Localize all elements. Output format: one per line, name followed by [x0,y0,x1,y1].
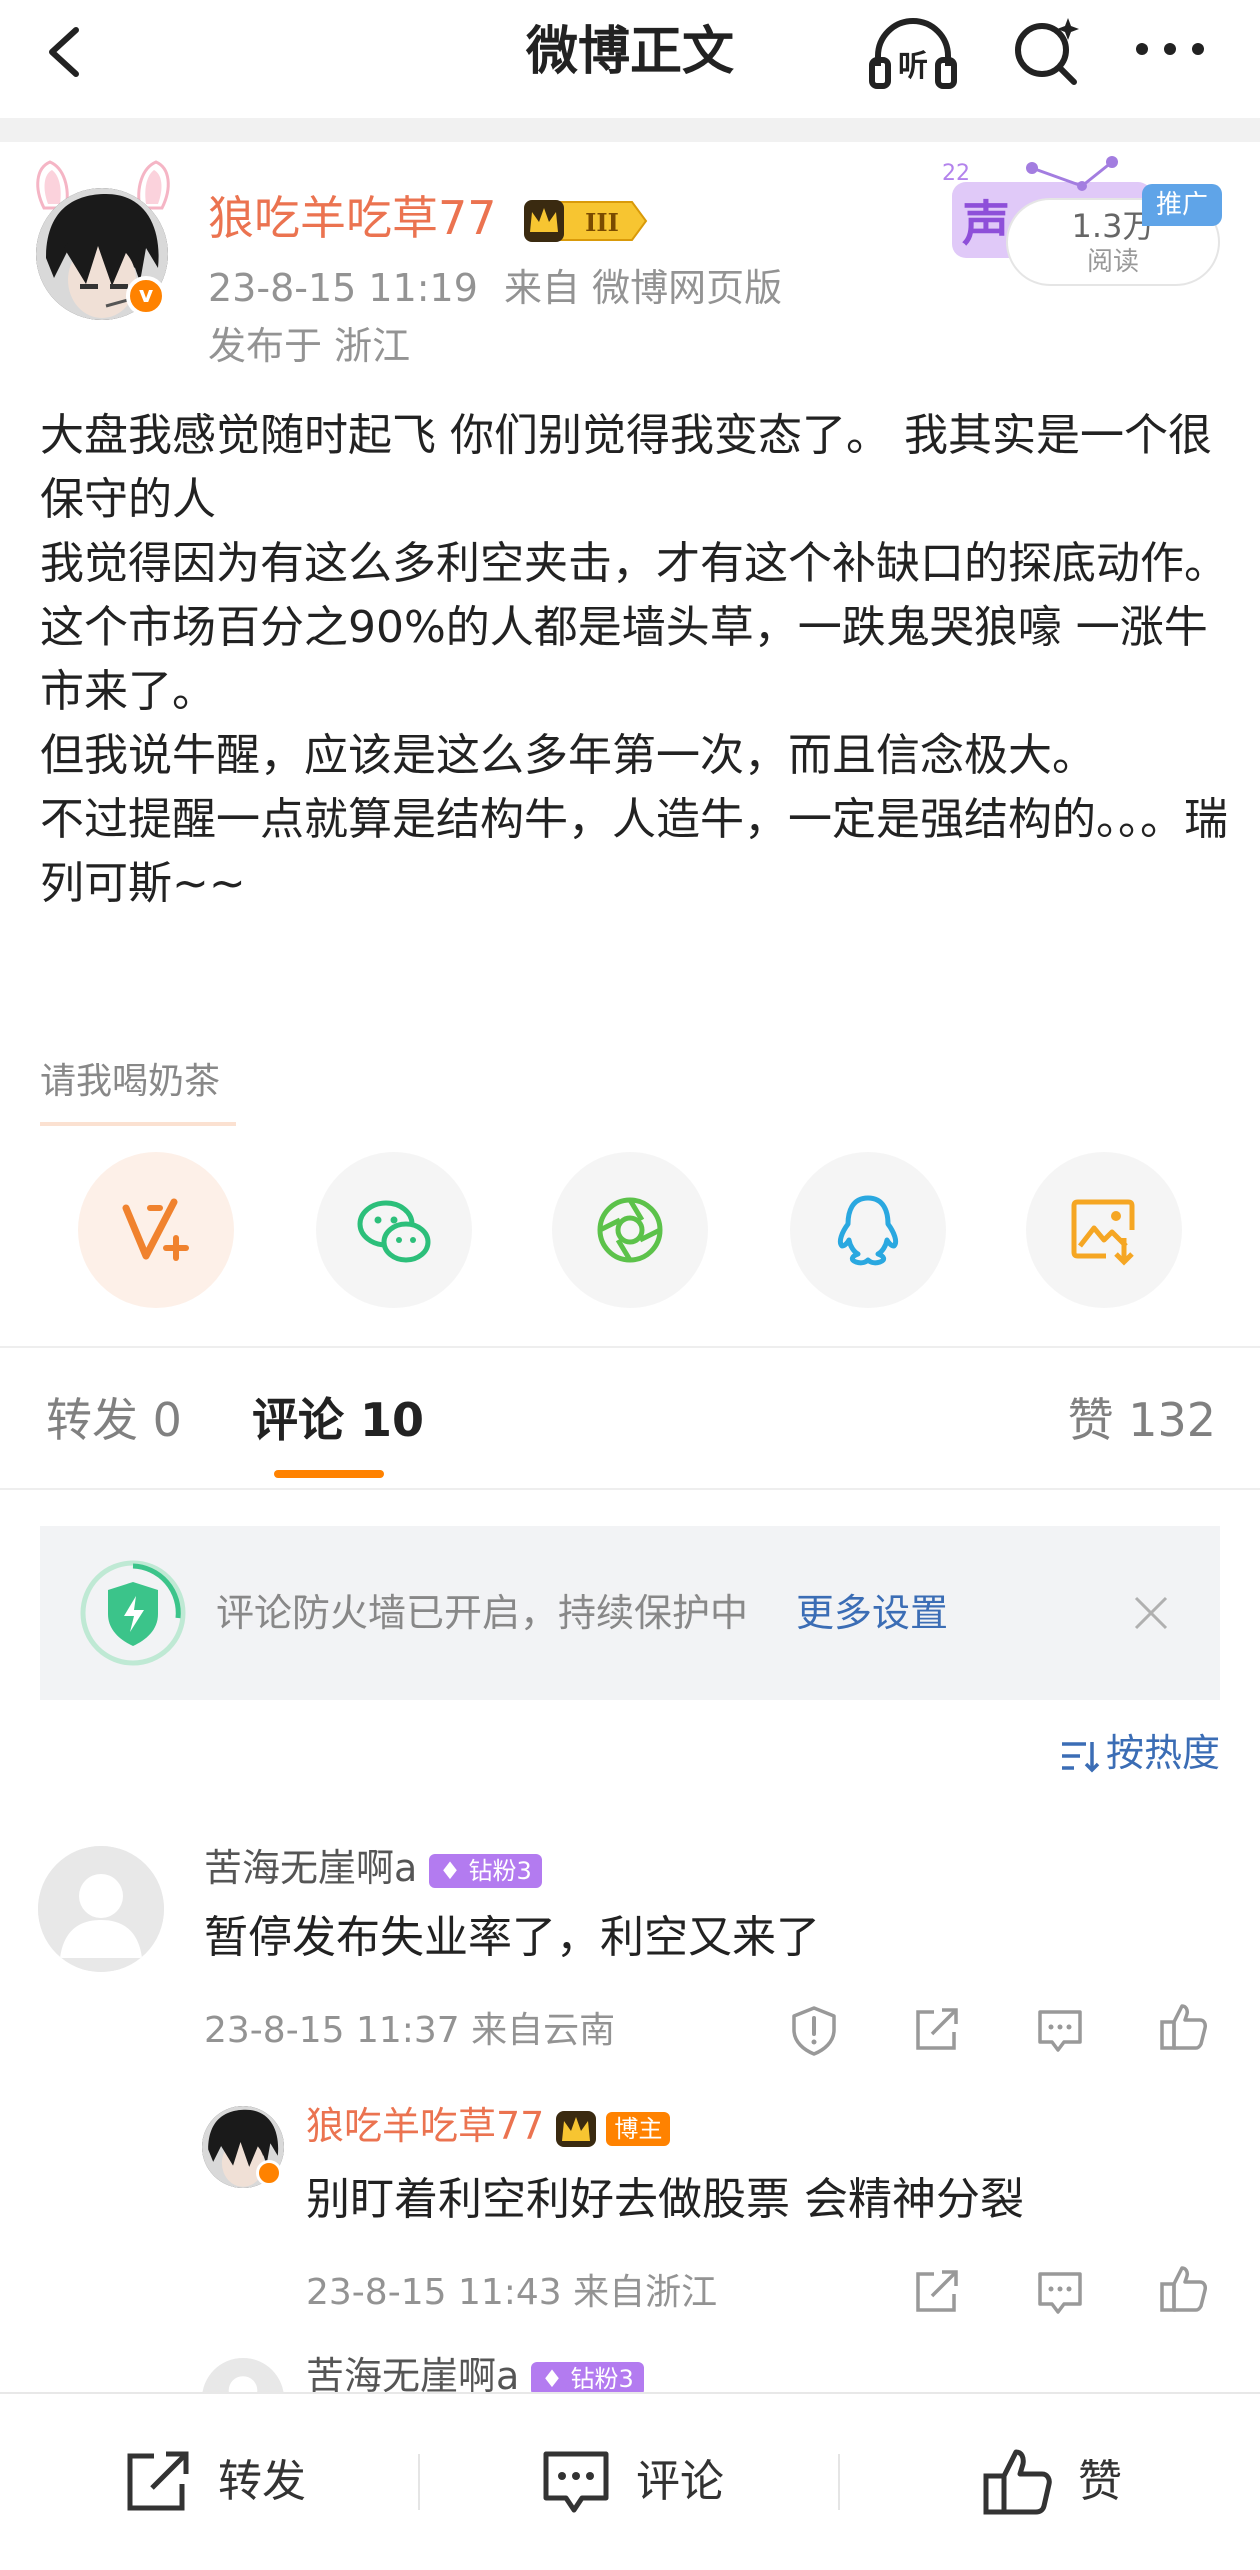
tip-v-plus-button[interactable] [78,1152,234,1308]
firewall-status-text: 评论防火墙已开启，持续保护中 [216,1591,749,1635]
vip-crown-icon [556,2110,597,2147]
comment-firewall-banner: 评论防火墙已开启，持续保护中 更多设置 [40,1526,1220,1700]
share-qq-button[interactable] [790,1152,946,1308]
default-user-icon [38,1846,164,1972]
commenter-name-text: 苦海无崖啊a [204,1846,418,1890]
like-icon[interactable] [1158,2262,1210,2314]
comment-icon[interactable] [1034,2266,1086,2318]
svg-text:III: III [585,208,619,237]
bottom-action-bar: 转发 评论 赞 [0,2392,1260,2570]
comment-text: 暂停发布失业率了，利空又来了 [204,1912,820,1963]
post-time: 23-8-15 11:19 [208,266,478,310]
comment-meta: 23-8-15 11:37 来自云南 [204,2010,616,2051]
share-wechat-button[interactable] [316,1152,472,1308]
bottom-like-button[interactable]: 赞 [982,2444,1142,2520]
bottom-comment-button[interactable]: 评论 [540,2444,740,2520]
tip-label[interactable]: 请我喝奶茶 [40,1060,220,1104]
bottom-comment-label: 评论 [636,2456,724,2507]
fan-badge: ♦ 钻粉3 [429,1853,542,1888]
like-icon[interactable] [1158,2000,1210,2052]
like-icon [983,2449,1052,2515]
save-image-button[interactable] [1026,1152,1182,1308]
shield-icon [80,1560,186,1666]
active-tab-indicator [274,1470,384,1478]
promoted-tag: 推广 [1142,184,1222,226]
vip-crown-level-3-icon[interactable]: III [522,196,652,246]
top-nav-bar: 微博正文 听 [0,0,1260,118]
commenter-name[interactable]: 苦海无崖啊a ♦ 钻粉3 [204,1844,542,1892]
tab-repost[interactable]: 转发 0 [46,1390,182,1450]
repost-icon[interactable] [910,2266,962,2318]
search-sparkle-icon[interactable] [1008,14,1084,90]
fan-badge: ♦ 钻粉3 [531,2361,644,2396]
read-count-label: 阅读 [1086,247,1139,277]
header-divider [0,118,1260,142]
reply-meta: 23-8-15 11:43 来自浙江 [306,2272,718,2313]
bottom-bar-separator [838,2454,840,2510]
verified-badge-small-icon [256,2160,282,2186]
wechat-icon [357,1200,431,1263]
reply-text: 别盯着利空利好去做股票 会精神分裂 [306,2174,1024,2225]
post-paragraph: 大盘我感觉随时起飞 你们别觉得我变态了。 我其实是一个很保守的人 [40,410,1212,525]
bottom-repost-label: 转发 [218,2456,306,2507]
post-paragraph: 我觉得因为有这么多利空夹击，才有这个补缺口的探底动作。 [40,538,1228,589]
svg-text:声: 声 [962,196,1010,252]
section-divider [0,1346,1260,1348]
post-location: 发布于 浙江 [208,324,411,368]
tabs-divider [0,1488,1260,1490]
fan-badge-label: 钻粉3 [570,2364,634,2393]
listen-icon[interactable]: 听 [868,14,958,94]
share-moments-button[interactable] [552,1152,708,1308]
sort-icon [1061,1741,1100,1772]
fan-badge-label: 钻粉3 [468,1856,532,1885]
firewall-settings-link[interactable]: 更多设置 [796,1588,948,1638]
bottom-like-label: 赞 [1078,2456,1122,2507]
report-icon[interactable] [788,2004,840,2056]
bottom-bar-separator [418,2454,420,2510]
repost-icon [127,2451,189,2511]
save-image-icon [1071,1199,1135,1266]
svg-text:22: 22 [942,161,970,186]
post-paragraph: 这个市场百分之90%的人都是墙头草，一跌鬼哭狼嚎 一涨牛市来了。 [40,602,1208,717]
qq-icon [837,1195,899,1266]
more-options-icon[interactable] [1130,24,1210,74]
sort-by-hot-button[interactable]: 按热度 [1060,1728,1220,1778]
share-row [0,1152,1260,1312]
post-body: 大盘我感觉随时起飞 你们别觉得我变态了。 我其实是一个很保守的人 我觉得因为有这… [40,404,1230,916]
reply-author-name-text: 狼吃羊吃草77 [306,2104,545,2148]
tip-underline [40,1122,236,1126]
tab-like[interactable]: 赞 132 [1068,1390,1216,1450]
post-paragraph: 不过提醒一点就算是结构牛，人造牛，一定是强结构的。。。瑞列可斯~~ [40,794,1228,909]
svg-text:听: 听 [898,49,928,84]
v-plus-icon [122,1198,189,1261]
commenter-avatar[interactable] [38,1846,164,1972]
repost-icon[interactable] [910,2004,962,2056]
bottom-repost-button[interactable]: 转发 [122,2444,322,2520]
close-icon[interactable] [1130,1592,1172,1634]
post-source: 来自 微博网页版 [504,266,783,310]
author-name[interactable]: 狼吃羊吃草77 [208,190,497,246]
post-meta: 23-8-15 11:19 来自 微博网页版 [208,264,782,312]
reply-author-name[interactable]: 狼吃羊吃草77 博主 [306,2102,671,2150]
sort-label: 按热度 [1105,1731,1220,1775]
moments-icon [597,1197,663,1263]
comment-icon [543,2451,609,2513]
tab-comment[interactable]: 评论 10 [252,1390,424,1450]
comment-icon[interactable] [1034,2004,1086,2056]
verified-badge-icon: v [126,276,166,316]
blogger-badge: 博主 [606,2111,671,2146]
post-paragraph: 但我说牛醒，应该是这么多年第一次，而且信念极大。 [40,730,1096,781]
